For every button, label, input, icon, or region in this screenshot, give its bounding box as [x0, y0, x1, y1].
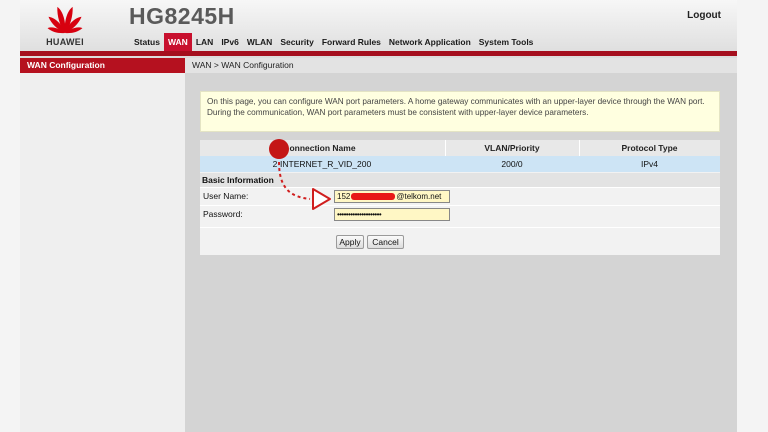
- username-prefix: 152: [337, 192, 351, 201]
- page-background: HUAWEI HG8245H Logout Status WAN LAN IPv…: [0, 0, 768, 432]
- username-input[interactable]: 152 @telkom.net: [334, 190, 450, 203]
- row-index: 2: [272, 159, 278, 169]
- device-model: HG8245H: [129, 3, 235, 29]
- column-protocol-type: Protocol Type: [621, 143, 678, 153]
- sidebar-item-wan-configuration[interactable]: WAN Configuration: [20, 58, 185, 73]
- column-connection-name: onnection Name: [289, 143, 356, 153]
- table-row[interactable]: 2 INTERNET_R_VID_200 200/0 IPv4: [200, 156, 720, 172]
- password-input[interactable]: ••••••••••••••••••••: [334, 208, 450, 221]
- sidebar: WAN Configuration: [20, 58, 185, 432]
- vlan-priority: 200/0: [501, 159, 523, 169]
- wan-panel: onnection Name VLAN/Priority Protocol Ty…: [200, 140, 720, 255]
- table-header: onnection Name VLAN/Priority Protocol Ty…: [200, 140, 720, 156]
- main-nav: Status WAN LAN IPv6 WLAN Security Forwar…: [130, 33, 537, 51]
- nav-wlan[interactable]: WLAN: [243, 33, 277, 51]
- nav-ipv6[interactable]: IPv6: [217, 33, 243, 51]
- connection-name: INTERNET_R_VID_200: [280, 159, 372, 169]
- brand-name: HUAWEI: [46, 37, 84, 47]
- username-row: User Name: 152 @telkom.net: [200, 187, 720, 205]
- header-divider: [20, 51, 737, 56]
- cancel-button[interactable]: Cancel: [367, 235, 404, 249]
- nav-network-application[interactable]: Network Application: [385, 33, 475, 51]
- redaction-mark: [351, 193, 396, 201]
- breadcrumb: WAN > WAN Configuration: [185, 58, 737, 73]
- logout-link[interactable]: Logout: [687, 10, 721, 21]
- button-row: Apply Cancel: [200, 227, 720, 256]
- username-label: User Name:: [203, 191, 249, 201]
- password-label: Password:: [203, 209, 243, 219]
- header: HUAWEI HG8245H Logout Status WAN LAN IPv…: [20, 0, 737, 58]
- nav-lan[interactable]: LAN: [192, 33, 217, 51]
- main-content: WAN > WAN Configuration On this page, yo…: [185, 58, 737, 432]
- nav-status[interactable]: Status: [130, 33, 164, 51]
- column-vlan-priority: VLAN/Priority: [484, 143, 540, 153]
- apply-button[interactable]: Apply: [336, 235, 364, 249]
- protocol-type: IPv4: [640, 159, 658, 169]
- nav-forward-rules[interactable]: Forward Rules: [318, 33, 385, 51]
- nav-security[interactable]: Security: [276, 33, 318, 51]
- nav-system-tools[interactable]: System Tools: [475, 33, 538, 51]
- router-web-ui: HUAWEI HG8245H Logout Status WAN LAN IPv…: [20, 0, 737, 432]
- password-row: Password: ••••••••••••••••••••: [200, 205, 720, 223]
- info-notice: On this page, you can configure WAN port…: [200, 91, 720, 132]
- section-title-basic-information: Basic Information: [200, 173, 720, 187]
- username-suffix: @telkom.net: [396, 192, 442, 201]
- nav-wan[interactable]: WAN: [163, 33, 192, 51]
